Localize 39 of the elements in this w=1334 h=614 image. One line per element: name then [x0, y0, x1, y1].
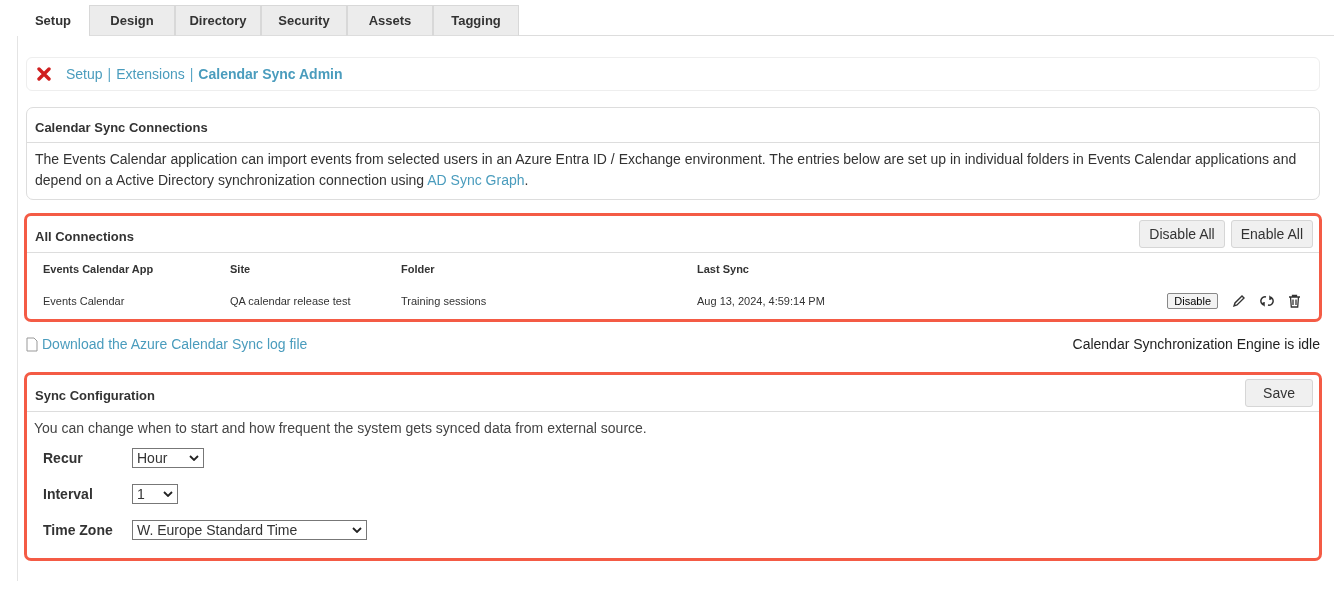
table-cell-text: QA calendar release test: [230, 295, 352, 307]
column-header: Events Calendar App: [43, 263, 155, 275]
tab[interactable]: Assets: [347, 5, 433, 36]
column-header: Site: [230, 263, 252, 275]
chevron-down-icon: [163, 491, 173, 497]
chevron-down-icon: [352, 527, 362, 533]
column-header: Folder: [401, 263, 436, 275]
save-button[interactable]: Save: [1245, 379, 1313, 407]
dropdown-select[interactable]: Hour: [132, 448, 204, 468]
field-label: Time Zone: [43, 522, 113, 538]
table-cell-text: Aug 13, 2024, 4:59:14 PM: [697, 295, 826, 307]
toggle-all-button[interactable]: Enable All: [1230, 220, 1313, 248]
description-text: You can change when to start and how frequent the system gets synced data from external source.: [33, 419, 648, 438]
tab[interactable]: Tagging: [433, 5, 519, 36]
field-label: Interval: [43, 486, 93, 502]
description-text: The Events Calendar application can import events from selected users in an Azure Entra ID / Exchange environment. The entries below are set up in individual folders in Events Calendar applications and depend on a Active Directory synchronization connection using AD Sync Graph.: [34, 150, 1298, 190]
disable-button[interactable]: Disable: [1167, 293, 1218, 309]
table-cell-text: Events Calendar: [43, 295, 126, 307]
chevron-down-icon: [189, 455, 199, 461]
tab[interactable]: Design: [89, 5, 175, 36]
tab[interactable]: Directory: [175, 5, 261, 36]
breadcrumb-separator: |: [107, 66, 112, 82]
panel-title: Calendar Sync Connections: [35, 118, 208, 135]
engine-status-text: Calendar Synchronization Engine is idle: [1072, 336, 1320, 352]
dropdown-select[interactable]: W. Europe Standard Time: [132, 520, 367, 540]
pencil-icon[interactable]: [1232, 294, 1246, 308]
table-cell-text: Training sessions: [401, 295, 488, 307]
close-icon[interactable]: [37, 67, 51, 81]
dropdown-select[interactable]: 1: [132, 484, 178, 504]
toggle-all-button[interactable]: Disable All: [1139, 220, 1225, 248]
panel-title: Sync Configuration: [35, 386, 155, 403]
panel-title: All Connections: [35, 227, 134, 244]
field-label: Recur: [43, 450, 83, 466]
sync-icon[interactable]: [1260, 294, 1274, 308]
trash-icon[interactable]: [1288, 294, 1301, 308]
column-header: Last Sync: [697, 263, 750, 275]
tab[interactable]: Security: [261, 5, 347, 36]
document-icon: [26, 336, 38, 352]
breadcrumb-separator: |: [189, 66, 194, 82]
